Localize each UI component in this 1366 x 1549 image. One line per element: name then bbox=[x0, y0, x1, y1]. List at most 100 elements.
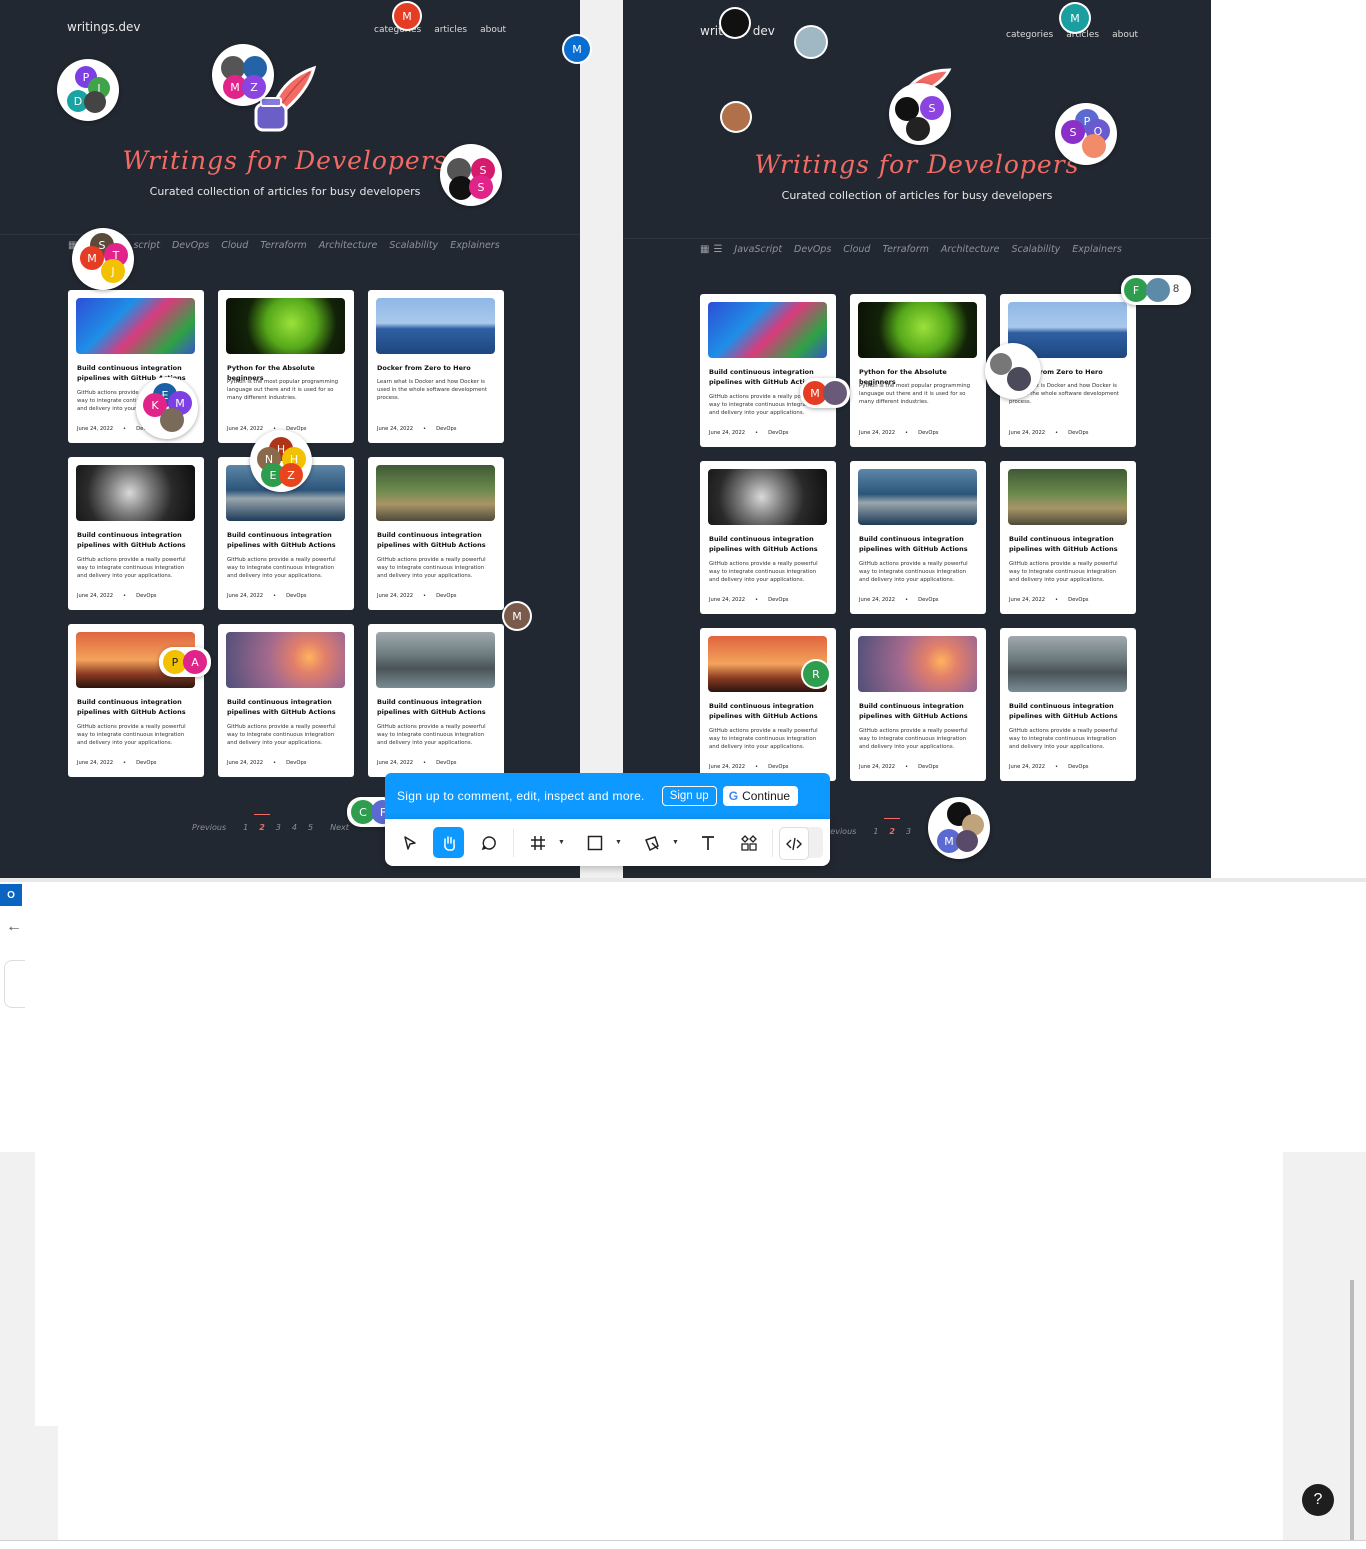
collaborator-avatar[interactable]: R bbox=[803, 661, 829, 687]
category-javascript[interactable]: JavaScript bbox=[734, 244, 782, 255]
avatar-cluster[interactable]: P I D bbox=[57, 59, 119, 121]
collaborator-avatar[interactable]: M bbox=[394, 3, 420, 29]
chevron-down-icon[interactable]: ▼ bbox=[615, 839, 622, 846]
article-date: June 24, 2022 bbox=[709, 597, 746, 603]
category-terraform[interactable]: Terraform bbox=[260, 240, 306, 251]
category-devops[interactable]: DevOps bbox=[794, 244, 831, 255]
scrollbar[interactable] bbox=[1350, 1280, 1354, 1540]
nav-articles[interactable]: articles bbox=[434, 25, 467, 35]
list-view-icon[interactable]: ☰ bbox=[713, 244, 722, 255]
google-continue-button[interactable]: G Continue bbox=[722, 786, 799, 806]
article-tag: DevOps bbox=[1068, 597, 1089, 603]
avatar-cluster[interactable] bbox=[985, 343, 1041, 399]
article-date: June 24, 2022 bbox=[859, 764, 896, 770]
collaborator-avatar[interactable]: M bbox=[564, 36, 590, 62]
category-explainers[interactable]: Explainers bbox=[450, 240, 499, 251]
avatar-cluster[interactable]: H N H E Z bbox=[250, 430, 312, 492]
avatar-cluster[interactable]: S S bbox=[440, 144, 502, 206]
side-tab[interactable] bbox=[4, 960, 25, 1008]
article-card[interactable]: Python for the Absolute beginners Python … bbox=[850, 294, 986, 447]
page-link[interactable]: 1 bbox=[873, 827, 878, 836]
category-cloud[interactable]: Cloud bbox=[221, 240, 248, 251]
page-link-current[interactable]: 2 bbox=[254, 814, 270, 832]
article-card[interactable]: Docker from Zero to Hero Learn what is Do… bbox=[368, 290, 504, 443]
components-tool-button[interactable] bbox=[733, 827, 764, 858]
page-link[interactable]: 1 bbox=[243, 823, 248, 832]
viewers-pill[interactable]: F 8 bbox=[1121, 275, 1191, 305]
avatar-pill[interactable]: M bbox=[800, 378, 850, 408]
article-card[interactable]: Build continuous integration pipelines w… bbox=[700, 461, 836, 614]
category-explainers[interactable]: Explainers bbox=[1072, 244, 1121, 255]
avatar-cluster[interactable]: S M T J bbox=[72, 228, 134, 290]
category-architecture[interactable]: Architecture bbox=[941, 244, 1000, 255]
page-link[interactable]: 4 bbox=[292, 823, 297, 832]
help-button[interactable]: ? bbox=[1302, 1484, 1334, 1516]
chevron-down-icon[interactable]: ▼ bbox=[558, 839, 565, 846]
frame-tool-button[interactable] bbox=[522, 827, 553, 858]
collaborator-avatar[interactable] bbox=[796, 27, 826, 57]
signup-button[interactable]: Sign up bbox=[661, 786, 717, 806]
article-card[interactable]: Build continuous integration pipelines w… bbox=[700, 628, 836, 781]
page-link[interactable]: 3 bbox=[276, 823, 281, 832]
category-scalability[interactable]: Scalability bbox=[389, 240, 438, 251]
comment-tool-button[interactable] bbox=[473, 827, 504, 858]
article-meta: June 24, 2022•DevOps bbox=[1009, 430, 1089, 436]
article-meta: June 24, 2022•DevOps bbox=[709, 764, 789, 770]
article-card[interactable]: Build continuous integration pipelines w… bbox=[368, 624, 504, 777]
article-card[interactable]: Build continuous integration pipelines w… bbox=[700, 294, 836, 447]
avatar: M bbox=[80, 246, 104, 270]
page-link[interactable]: 3 bbox=[906, 827, 911, 836]
article-card[interactable]: Python for the Absolute beginners Python … bbox=[218, 290, 354, 443]
article-card[interactable]: Build continuous integration pipelines w… bbox=[850, 461, 986, 614]
article-card[interactable]: Build continuous integration pipelines w… bbox=[1000, 628, 1136, 781]
dev-mode-toggle[interactable] bbox=[779, 827, 823, 860]
collaborator-avatar[interactable]: M bbox=[504, 603, 530, 629]
back-arrow-icon[interactable]: ← bbox=[6, 918, 22, 936]
category-terraform[interactable]: Terraform bbox=[882, 244, 928, 255]
outlook-icon[interactable]: O bbox=[0, 884, 22, 906]
category-cloud[interactable]: Cloud bbox=[843, 244, 870, 255]
category-scalability[interactable]: Scalability bbox=[1011, 244, 1060, 255]
collaborator-avatar[interactable] bbox=[722, 103, 750, 131]
avatar-pill[interactable]: P A bbox=[159, 647, 211, 677]
figma-toolbar: ▼ ▼ ▼ bbox=[385, 819, 830, 866]
avatar-cluster[interactable]: P S O bbox=[1055, 103, 1117, 165]
category-architecture[interactable]: Architecture bbox=[319, 240, 378, 251]
signup-banner-text: Sign up to comment, edit, inspect and mo… bbox=[397, 789, 645, 803]
pen-tool-button[interactable] bbox=[636, 827, 667, 858]
pagination-previous[interactable]: Previous bbox=[192, 823, 226, 832]
avatar bbox=[1082, 134, 1106, 158]
article-card[interactable]: Build continuous integration pipelines w… bbox=[368, 457, 504, 610]
category-javascript[interactable]: script bbox=[133, 240, 159, 251]
avatar-cluster[interactable]: M Z bbox=[212, 44, 274, 106]
chevron-down-icon[interactable]: ▼ bbox=[672, 839, 679, 846]
pagination-previous[interactable]: revious bbox=[827, 827, 856, 836]
article-tag: DevOps bbox=[918, 764, 939, 770]
article-thumbnail bbox=[76, 465, 195, 521]
avatar-cluster[interactable]: S bbox=[889, 83, 951, 145]
nav-categories[interactable]: categories bbox=[1006, 30, 1053, 40]
page-link[interactable]: 5 bbox=[308, 823, 313, 832]
page-link-current[interactable]: 2 bbox=[884, 818, 900, 836]
article-card[interactable]: Build continuous integration pipelines w… bbox=[1000, 461, 1136, 614]
pagination-next[interactable]: Next bbox=[330, 823, 349, 832]
article-meta: June 24, 2022•DevOps bbox=[859, 430, 939, 436]
move-tool-button[interactable] bbox=[394, 827, 425, 858]
article-tag: DevOps bbox=[436, 426, 457, 432]
text-tool-button[interactable] bbox=[692, 827, 723, 858]
category-devops[interactable]: DevOps bbox=[172, 240, 209, 251]
nav-about[interactable]: about bbox=[1112, 30, 1138, 40]
collaborator-avatar[interactable]: M bbox=[1061, 4, 1089, 32]
avatar-cluster[interactable]: M bbox=[928, 797, 990, 859]
nav-about[interactable]: about bbox=[480, 25, 506, 35]
article-tag: DevOps bbox=[918, 597, 939, 603]
grid-view-icon[interactable]: ▦ bbox=[700, 244, 709, 255]
article-card[interactable]: Build continuous integration pipelines w… bbox=[850, 628, 986, 781]
collaborator-avatar[interactable] bbox=[721, 9, 749, 37]
shape-tool-button[interactable] bbox=[579, 827, 610, 858]
article-card[interactable]: Build continuous integration pipelines w… bbox=[218, 624, 354, 777]
article-card[interactable]: Build continuous integration pipelines w… bbox=[68, 457, 204, 610]
hand-tool-button[interactable] bbox=[433, 827, 464, 858]
article-date: June 24, 2022 bbox=[227, 426, 264, 432]
avatar-cluster[interactable]: E K M bbox=[136, 377, 198, 439]
